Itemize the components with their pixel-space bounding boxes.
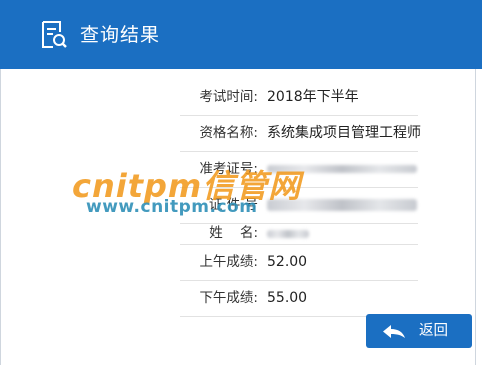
morning-score-label: 上午成绩:: [199, 254, 258, 270]
row-name: 姓 名:: [180, 223, 418, 245]
exam-time-value: 2018年下半年: [267, 89, 359, 105]
back-button-label: 返回: [419, 323, 448, 339]
page-title: 查询结果: [80, 24, 161, 46]
name-redacted: [267, 230, 309, 238]
qualification-value: 系统集成项目管理工程师: [267, 125, 421, 141]
row-qualification: 资格名称: 系统集成项目管理工程师: [180, 115, 421, 152]
watermark-url: www.cnitpm.com: [86, 197, 258, 217]
afternoon-score-value: 55.00: [267, 290, 308, 306]
row-exam-time: 考试时间: 2018年下半年: [180, 79, 418, 116]
name-label: 姓 名:: [209, 225, 258, 241]
exam-time-label: 考试时间:: [199, 89, 258, 105]
morning-score-value: 52.00: [267, 254, 308, 270]
row-morning-score: 上午成绩: 52.00: [180, 244, 418, 281]
document-search-icon: [42, 21, 67, 48]
header-bar: 查询结果: [0, 0, 482, 69]
back-arrow-icon: [383, 325, 405, 338]
back-button[interactable]: 返回: [366, 314, 472, 348]
row-afternoon-score: 下午成绩: 55.00: [180, 280, 418, 317]
qualification-label: 资格名称:: [199, 125, 258, 141]
afternoon-score-label: 下午成绩:: [199, 290, 258, 306]
